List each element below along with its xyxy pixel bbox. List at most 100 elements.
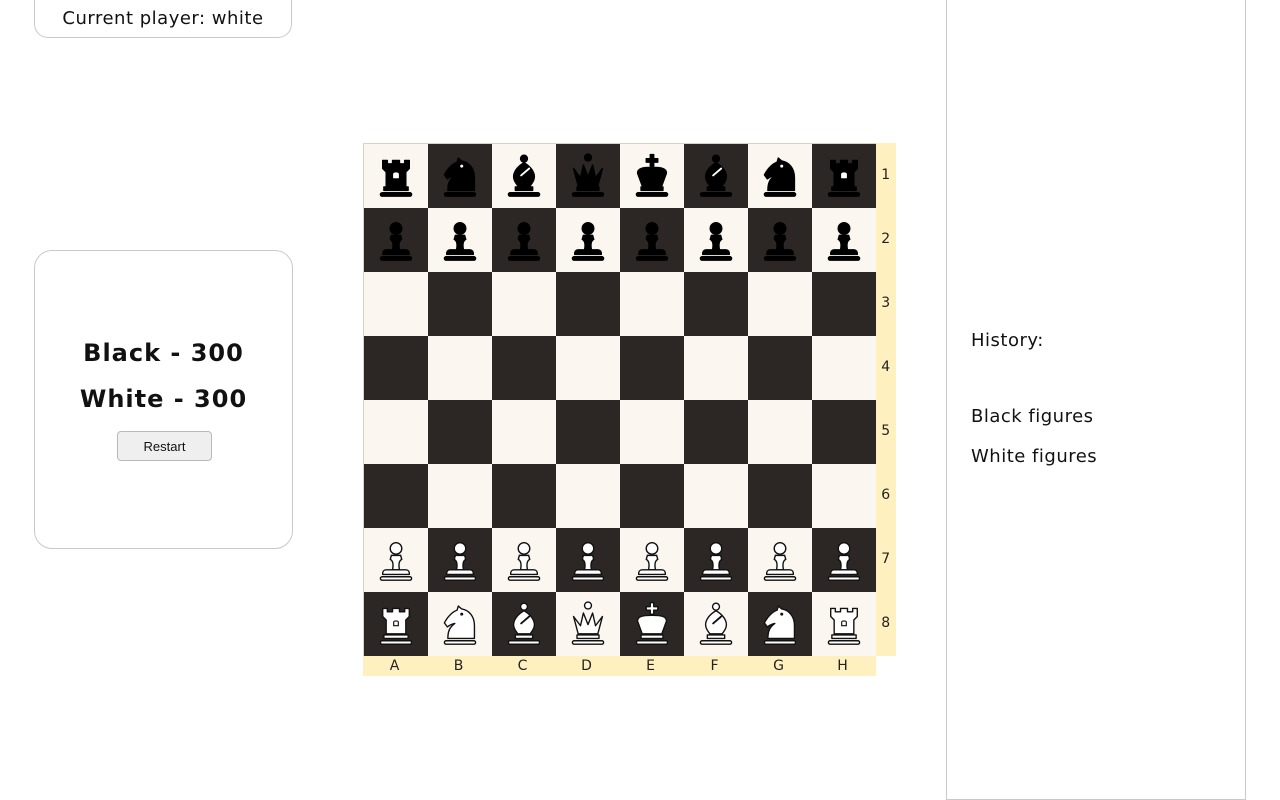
square-a8[interactable] [364,592,428,656]
file-label: C [517,658,529,674]
current-player-indicator: Current player: white [34,0,292,38]
file-label: A [389,658,401,674]
square-a3[interactable] [364,272,428,336]
square-c3[interactable] [492,272,556,336]
square-d8[interactable] [556,592,620,656]
square-f2[interactable] [684,208,748,272]
file-label: G [773,658,785,674]
black-rook-icon [379,159,413,197]
square-b3[interactable] [428,272,492,336]
square-e1[interactable] [620,144,684,208]
rank-label: 1 [881,167,891,183]
square-h6[interactable] [812,464,876,528]
square-c8[interactable] [492,592,556,656]
score-panel: Black - 300 White - 300 Restart [34,250,293,549]
square-h3[interactable] [812,272,876,336]
file-label: D [581,658,593,674]
square-h7[interactable] [812,528,876,592]
square-f7[interactable] [684,528,748,592]
square-g3[interactable] [748,272,812,336]
square-g6[interactable] [748,464,812,528]
square-c2[interactable] [492,208,556,272]
white-knight-icon [443,605,477,645]
square-f6[interactable] [684,464,748,528]
current-player-text: Current player: white [62,7,264,29]
white-pawn-icon [635,541,669,581]
chess-app: Current player: white Black - 300 White … [0,0,1280,800]
square-f5[interactable] [684,400,748,464]
square-g2[interactable] [748,208,812,272]
square-g7[interactable] [748,528,812,592]
square-e7[interactable] [620,528,684,592]
restart-button[interactable]: Restart [117,431,212,461]
square-g1[interactable] [748,144,812,208]
square-f1[interactable] [684,144,748,208]
square-d2[interactable] [556,208,620,272]
white-pawn-icon [571,541,605,581]
square-c5[interactable] [492,400,556,464]
white-pawn-icon [443,541,477,581]
square-e6[interactable] [620,464,684,528]
square-b6[interactable] [428,464,492,528]
square-h2[interactable] [812,208,876,272]
square-h5[interactable] [812,400,876,464]
chess-board [363,143,877,657]
black-rook-icon [827,159,861,197]
square-d7[interactable] [556,528,620,592]
file-labels: A B C D E F G H [363,656,876,676]
square-c4[interactable] [492,336,556,400]
history-title: History: [971,330,1044,351]
white-pawn-icon [763,541,797,581]
square-d3[interactable] [556,272,620,336]
square-e4[interactable] [620,336,684,400]
black-pawn-icon [379,221,413,261]
square-d1[interactable] [556,144,620,208]
square-e5[interactable] [620,400,684,464]
square-e8[interactable] [620,592,684,656]
square-d5[interactable] [556,400,620,464]
white-knight-icon [763,605,797,645]
history-panel: History: Black figures White figures [946,0,1246,800]
square-a2[interactable] [364,208,428,272]
square-g5[interactable] [748,400,812,464]
black-pawn-icon [699,221,733,261]
rank-label: 4 [881,359,891,375]
file-label: B [453,658,465,674]
square-f4[interactable] [684,336,748,400]
white-pawn-icon [379,541,413,581]
square-f3[interactable] [684,272,748,336]
square-b8[interactable] [428,592,492,656]
square-f8[interactable] [684,592,748,656]
square-h1[interactable] [812,144,876,208]
square-d6[interactable] [556,464,620,528]
black-queen-icon [571,153,605,197]
square-a1[interactable] [364,144,428,208]
square-e2[interactable] [620,208,684,272]
square-a6[interactable] [364,464,428,528]
black-figures-label: Black figures [971,406,1094,427]
square-c6[interactable] [492,464,556,528]
square-b7[interactable] [428,528,492,592]
black-pawn-icon [571,221,605,261]
square-h4[interactable] [812,336,876,400]
square-g4[interactable] [748,336,812,400]
square-b5[interactable] [428,400,492,464]
square-e3[interactable] [620,272,684,336]
square-b2[interactable] [428,208,492,272]
square-h8[interactable] [812,592,876,656]
square-b4[interactable] [428,336,492,400]
black-bishop-icon [507,154,541,197]
black-pawn-icon [827,221,861,261]
white-score: White - 300 [79,385,248,413]
square-a5[interactable] [364,400,428,464]
square-g8[interactable] [748,592,812,656]
black-pawn-icon [763,221,797,261]
square-c1[interactable] [492,144,556,208]
square-a4[interactable] [364,336,428,400]
square-d4[interactable] [556,336,620,400]
black-knight-icon [763,157,797,197]
square-b1[interactable] [428,144,492,208]
square-c7[interactable] [492,528,556,592]
square-a7[interactable] [364,528,428,592]
white-figures-label: White figures [971,446,1098,467]
